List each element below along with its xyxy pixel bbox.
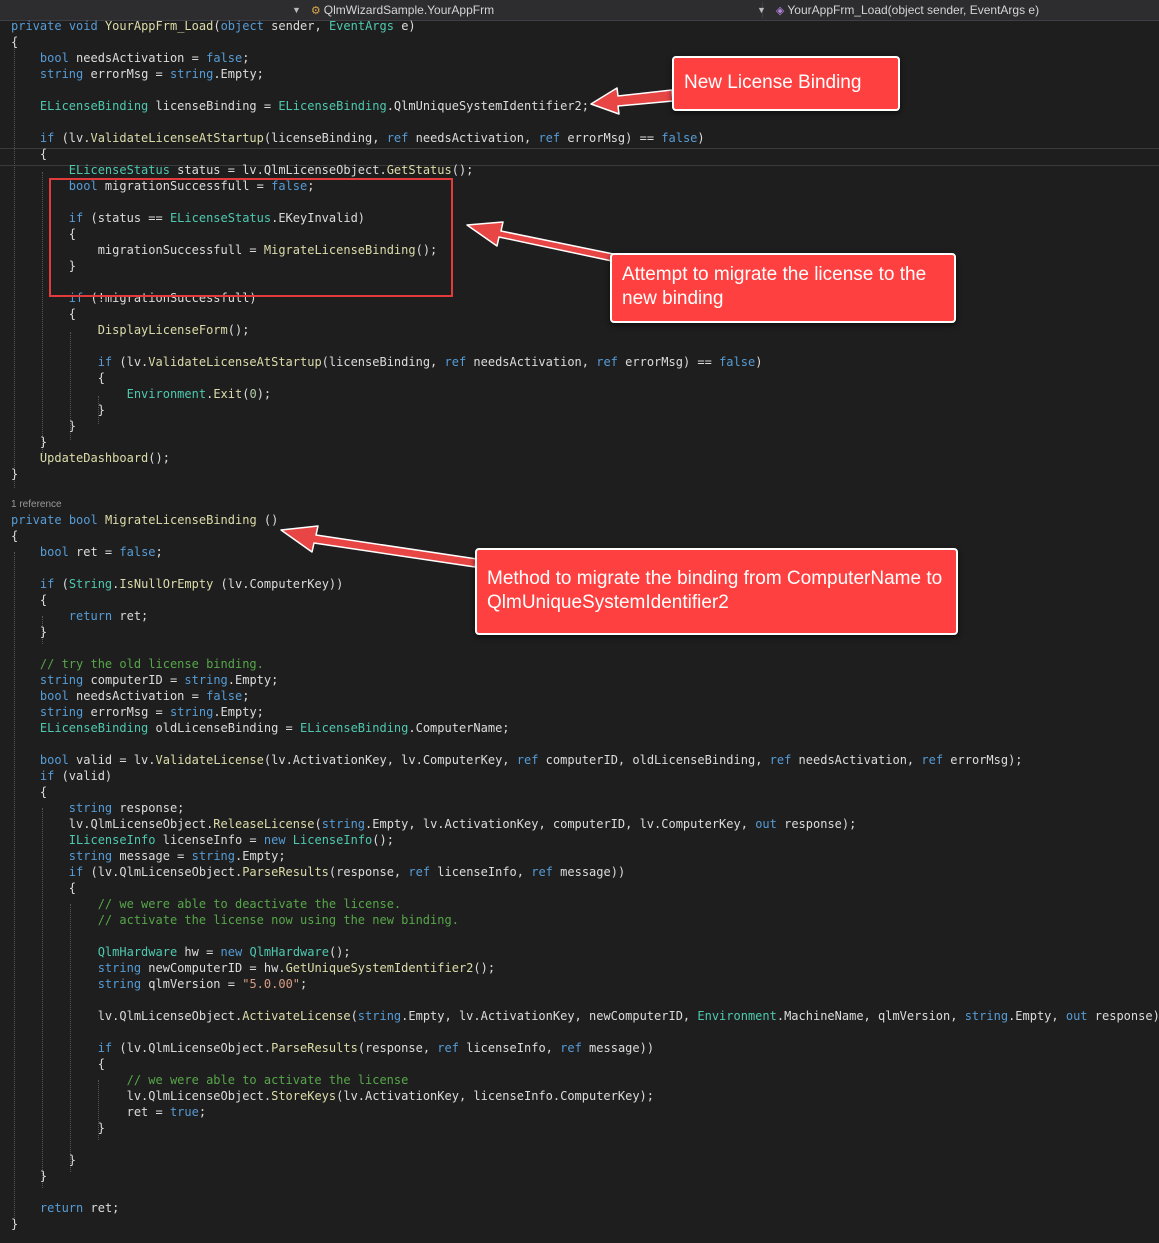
code-line: bool needsActivation = false; xyxy=(39,689,250,703)
code-line: if (lv.ValidateLicenseAtStartup(licenseB… xyxy=(39,131,705,145)
code-line: } xyxy=(11,467,19,481)
code-line: ELicenseBinding oldLicenseBinding = ELic… xyxy=(39,721,510,735)
class-dropdown-label: QlmWizardSample.YourAppFrm xyxy=(323,3,495,17)
code-line: ELicenseStatus status = lv.QlmLicenseObj… xyxy=(68,163,474,177)
code-line: string response; xyxy=(68,801,185,815)
code-line: string qlmVersion = "5.0.00"; xyxy=(97,977,308,991)
code-line: string newComputerID = hw.GetUniqueSyste… xyxy=(97,961,496,975)
code-line: { xyxy=(11,785,48,799)
code-line: QlmHardware hw = new QlmHardware(); xyxy=(97,945,351,959)
method-icon: ◈ xyxy=(775,4,785,17)
code-line: Environment.Exit(0); xyxy=(126,387,272,401)
callout-new-binding: New License Binding xyxy=(672,56,900,111)
migration-highlight-box xyxy=(49,178,453,297)
code-line: bool needsActivation = false; xyxy=(39,51,250,65)
code-line: lv.QlmLicenseObject.ActivateLicense(stri… xyxy=(11,1009,1159,1023)
code-line: ILicenseInfo licenseInfo = new LicenseIn… xyxy=(68,833,394,847)
code-line: } xyxy=(11,1153,77,1167)
callout-migrate-attempt: Attempt to migrate the license to the ne… xyxy=(610,253,956,323)
chevron-down-icon: ▼ xyxy=(757,5,766,15)
code-line: } xyxy=(11,435,48,449)
code-line: private bool MigrateLicenseBinding () xyxy=(11,513,279,527)
chevron-down-icon: ▼ xyxy=(292,5,301,15)
code-line: ELicenseBinding licenseBinding = ELicens… xyxy=(39,99,589,113)
code-line: // we were able to deactivate the licens… xyxy=(97,897,402,911)
code-line: UpdateDashboard(); xyxy=(39,451,170,465)
code-line: lv.QlmLicenseObject.StoreKeys(lv.Activat… xyxy=(11,1089,655,1103)
code-line: // we were able to activate the license xyxy=(126,1073,409,1087)
code-line: string message = string.Empty; xyxy=(68,849,286,863)
member-dropdown-label: YourAppFrm_Load(object sender, EventArgs… xyxy=(787,3,1040,17)
code-line: if (lv.QlmLicenseObject.ParseResults(res… xyxy=(97,1041,655,1055)
code-line: if (lv.ValidateLicenseAtStartup(licenseB… xyxy=(97,355,763,369)
code-line: } xyxy=(11,419,77,433)
code-line: { xyxy=(11,1057,105,1071)
code-line: } xyxy=(11,403,105,417)
code-line: if (String.IsNullOrEmpty (lv.ComputerKey… xyxy=(39,577,344,591)
code-line: string errorMsg = string.Empty; xyxy=(39,67,264,81)
code-line: } xyxy=(11,1121,105,1135)
code-line: if (lv.QlmLicenseObject.ParseResults(res… xyxy=(68,865,626,879)
code-line: return ret; xyxy=(39,1201,120,1215)
codelens-references[interactable]: 1 reference xyxy=(11,499,62,510)
code-line: { xyxy=(11,147,48,161)
code-line: { xyxy=(11,593,48,607)
code-line: string errorMsg = string.Empty; xyxy=(39,705,264,719)
code-line: return ret; xyxy=(68,609,149,623)
code-line: { xyxy=(11,307,77,321)
class-icon: ⚙ xyxy=(310,4,321,17)
code-line: DisplayLicenseForm(); xyxy=(97,323,250,337)
code-line: { xyxy=(11,529,19,543)
code-line: lv.QlmLicenseObject.ReleaseLicense(strin… xyxy=(11,817,857,831)
code-line: } xyxy=(11,1217,19,1231)
code-line: } xyxy=(11,625,48,639)
code-line: if (valid) xyxy=(39,769,113,783)
code-line: // try the old license binding. xyxy=(39,657,264,671)
class-dropdown[interactable]: ▼ ⚙ QlmWizardSample.YourAppFrm xyxy=(292,0,494,20)
code-line: bool ret = false; xyxy=(39,545,163,559)
code-line: { xyxy=(11,35,19,49)
code-line: } xyxy=(11,1169,48,1183)
code-line: bool valid = lv.ValidateLicense(lv.Activ… xyxy=(39,753,1023,767)
code-line: string computerID = string.Empty; xyxy=(39,673,279,687)
code-line: // activate the license now using the ne… xyxy=(97,913,459,927)
code-line: { xyxy=(11,371,105,385)
member-dropdown[interactable]: ▼ ◈ YourAppFrm_Load(object sender, Event… xyxy=(757,0,1039,20)
code-line: ret = true; xyxy=(11,1105,207,1119)
callout-migrate-method: Method to migrate the binding from Compu… xyxy=(475,548,958,635)
code-line: private void YourAppFrm_Load(object send… xyxy=(11,19,416,33)
code-line: { xyxy=(11,881,77,895)
